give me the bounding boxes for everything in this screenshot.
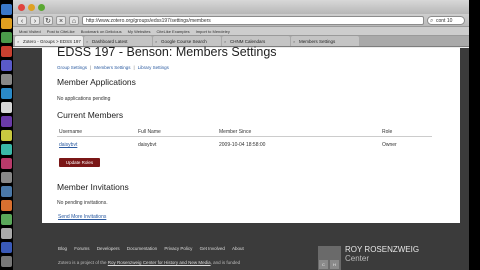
app-icon[interactable] xyxy=(1,102,12,113)
app-icon[interactable] xyxy=(1,186,12,197)
close-tab-icon[interactable]: × xyxy=(224,39,226,44)
bookmark-item[interactable]: CiteLike Examples xyxy=(156,29,189,34)
applications-empty-text: No applications pending xyxy=(57,96,111,102)
app-icon[interactable] xyxy=(1,158,12,169)
right-edge xyxy=(469,0,480,270)
member-since: 2009-10-04 18:58:00 xyxy=(219,142,266,148)
footer-link[interactable]: Developers xyxy=(97,246,120,251)
home-button[interactable]: ⌂ xyxy=(69,15,79,25)
member-full-name: daisybvt xyxy=(138,142,157,148)
member-role[interactable]: Owner xyxy=(382,142,397,148)
footer-link[interactable]: Privacy Policy xyxy=(164,246,192,251)
app-icon[interactable] xyxy=(1,46,12,57)
bookmark-item[interactable]: My Websites xyxy=(128,29,151,34)
tab-label: Dashboard Latest xyxy=(92,39,128,44)
update-roles-button[interactable]: Update Roles xyxy=(59,158,100,167)
column-header-role: Role xyxy=(382,129,393,135)
member-username-link[interactable]: daisybvt xyxy=(59,142,77,148)
footer: Blog Forums Developers Documentation Pri… xyxy=(42,240,460,270)
browser-window: ‹ › ↻ × ⌂ http://www.zotero.org/groups/e… xyxy=(13,0,469,270)
column-header-full-name: Full Name xyxy=(138,129,161,135)
app-icon[interactable] xyxy=(1,242,12,253)
stop-button[interactable]: × xyxy=(56,15,66,25)
finder-icon[interactable] xyxy=(1,4,12,15)
back-button[interactable]: ‹ xyxy=(17,15,27,25)
footer-note-suffix: , and is funded xyxy=(210,260,241,265)
invitations-empty-text: No pending invitations. xyxy=(57,200,108,206)
app-icon[interactable] xyxy=(1,60,12,71)
app-icon[interactable] xyxy=(1,214,12,225)
breadcrumb-group-settings[interactable]: Group Settings xyxy=(57,65,87,70)
trash-icon[interactable] xyxy=(1,256,12,267)
forward-button[interactable]: › xyxy=(30,15,40,25)
rrchnm-logo: C H xyxy=(318,246,341,270)
app-icon[interactable] xyxy=(1,130,12,141)
screen: ‹ › ↻ × ⌂ http://www.zotero.org/groups/e… xyxy=(0,0,480,270)
search-field[interactable]: ⌕ cont 10 xyxy=(427,15,465,25)
table-row: daisybvt daisybvt 2009-10-04 18:58:00 Ow… xyxy=(57,141,432,149)
footer-note-link[interactable]: Roy Rosenzweig Center for History and Ne… xyxy=(108,260,211,265)
breadcrumb-library-settings[interactable]: Library Settings xyxy=(138,65,169,70)
title-bar xyxy=(13,0,469,14)
app-icon[interactable] xyxy=(1,116,12,127)
footer-link[interactable]: Documentation xyxy=(127,246,157,251)
footer-link[interactable]: Blog xyxy=(58,246,67,251)
footer-link[interactable]: Forums xyxy=(74,246,89,251)
footer-link[interactable]: Get Involved xyxy=(200,246,225,251)
member-invitations-heading: Member Invitations xyxy=(57,182,129,192)
footer-note: Zotero is a project of the Roy Rosenzwei… xyxy=(58,260,240,265)
reload-button[interactable]: ↻ xyxy=(43,15,53,25)
main-content: EDSS 197 - Benson: Members Settings Grou… xyxy=(42,45,460,223)
tab[interactable]: × Members Settings xyxy=(291,36,359,46)
logo-title: ROY ROSENZWEIG xyxy=(345,245,420,254)
footer-note-prefix: Zotero is a project of the xyxy=(58,260,107,265)
send-invitations-link[interactable]: Send More Invitations xyxy=(58,214,106,220)
close-icon[interactable] xyxy=(18,3,25,11)
column-header-username: Username xyxy=(59,129,83,135)
close-tab-icon[interactable]: × xyxy=(155,39,157,44)
app-icon[interactable] xyxy=(1,200,12,211)
breadcrumb-members-settings[interactable]: Members Settings xyxy=(94,65,130,70)
logo-subtitle: Center xyxy=(345,254,370,263)
tab-label: Google Course Search xyxy=(161,39,207,44)
web-page: EDSS 197 - Benson: Members Settings Grou… xyxy=(13,45,469,270)
search-value: cont 10 xyxy=(436,17,453,24)
bookmarks-bar: Most Visited Post to CiteLike Bookmark o… xyxy=(13,27,469,36)
bookmark-item[interactable]: Post to CiteLike xyxy=(47,29,75,34)
navigation-toolbar: ‹ › ↻ × ⌂ http://www.zotero.org/groups/e… xyxy=(13,14,469,27)
logo-letter: H xyxy=(330,260,339,269)
app-icon[interactable] xyxy=(1,32,12,43)
tab-label: Members Settings xyxy=(299,39,336,44)
footer-link[interactable]: About xyxy=(232,246,244,251)
tab-label: CHNM Calendars xyxy=(230,39,266,44)
zoom-icon[interactable] xyxy=(38,3,45,11)
app-icon[interactable] xyxy=(1,144,12,155)
tab-label: Zotero - Groups > EDSS 197 xyxy=(23,39,81,44)
logo-letter: C xyxy=(319,260,328,269)
logo-text: ROY ROSENZWEIG Center xyxy=(345,245,419,263)
close-tab-icon[interactable]: × xyxy=(86,39,88,44)
bookmark-item[interactable]: Most Visited xyxy=(19,29,41,34)
close-tab-icon[interactable]: × xyxy=(17,39,19,44)
app-icon[interactable] xyxy=(1,88,12,99)
address-bar[interactable]: http://www.zotero.org/groups/edss197/set… xyxy=(82,15,424,25)
current-members-heading: Current Members xyxy=(57,110,124,120)
search-icon: ⌕ xyxy=(430,17,434,24)
dock xyxy=(0,0,13,270)
app-icon[interactable] xyxy=(1,228,12,239)
app-icon[interactable] xyxy=(1,74,12,85)
column-header-member-since: Member Since xyxy=(219,129,252,135)
close-tab-icon[interactable]: × xyxy=(293,39,295,44)
member-applications-heading: Member Applications xyxy=(57,77,136,87)
bookmark-item[interactable]: Bookmark on Delicious xyxy=(81,29,122,34)
members-table-header: Username Full Name Member Since Role xyxy=(57,128,432,137)
page-title: EDSS 197 - Benson: Members Settings xyxy=(57,45,277,59)
app-icon[interactable] xyxy=(1,18,12,29)
footer-links: Blog Forums Developers Documentation Pri… xyxy=(58,246,250,251)
breadcrumb: Group Settings | Members Settings | Library … xyxy=(57,65,169,70)
minimize-icon[interactable] xyxy=(28,3,35,11)
app-icon[interactable] xyxy=(1,172,12,183)
bookmark-item[interactable]: Import to Mendeley xyxy=(196,29,230,34)
